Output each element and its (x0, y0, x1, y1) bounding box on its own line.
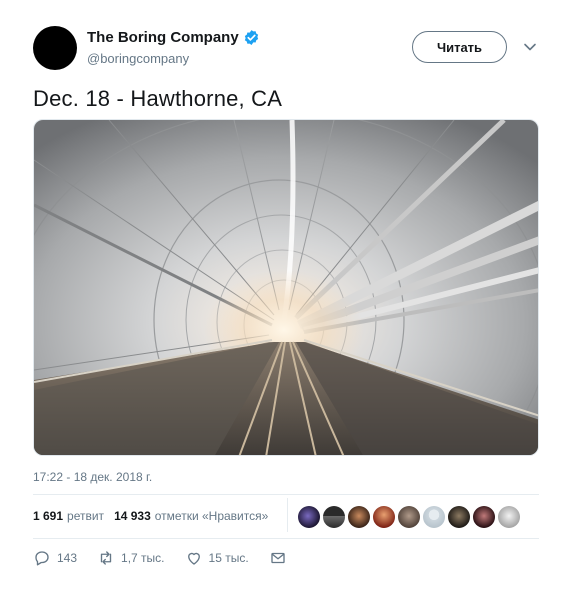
tweet-card: The Boring Company @boringcompany Читать… (0, 0, 573, 590)
avatar[interactable] (33, 26, 77, 70)
divider (33, 494, 539, 495)
liker-avatar[interactable] (373, 506, 395, 528)
follow-button[interactable]: Читать (412, 31, 507, 63)
liker-avatar[interactable] (348, 506, 370, 528)
divider (33, 538, 539, 539)
liker-avatar[interactable] (298, 506, 320, 528)
reply-icon (35, 551, 49, 566)
chevron-down-icon[interactable] (523, 40, 537, 54)
tweet-photo[interactable] (33, 119, 539, 456)
envelope-icon (270, 552, 285, 564)
like-label: отметки «Нравится» (154, 509, 269, 523)
liker-avatar[interactable] (473, 506, 495, 528)
tweet-timestamp[interactable]: 17:22 - 18 дек. 2018 г. (33, 470, 152, 484)
liker-avatar[interactable] (423, 506, 445, 528)
retweet-count: 1 691 (33, 509, 64, 523)
like-count: 14 933 (114, 509, 151, 523)
liker-avatar[interactable] (448, 506, 470, 528)
retweet-stat[interactable]: 1 691 ретвит (33, 509, 104, 523)
tweet-actions: 143 1,7 тыс. 15 тыс. (33, 549, 307, 567)
liker-avatars (298, 506, 520, 528)
liker-avatar[interactable] (323, 506, 345, 528)
author-name-row: The Boring Company (87, 29, 260, 46)
like-action[interactable]: 15 тыс. (185, 549, 249, 567)
tweet-text: Dec. 18 - Hawthorne, CA (33, 86, 283, 111)
liker-avatar[interactable] (398, 506, 420, 528)
engagement-stats: 1 691 ретвит 14 933 отметки «Нравится» (33, 509, 278, 523)
liker-avatar[interactable] (498, 506, 520, 528)
like-stat[interactable]: 14 933 отметки «Нравится» (114, 509, 268, 523)
retweet-label: ретвит (67, 509, 105, 523)
retweet-icon (100, 551, 112, 565)
reply-action[interactable]: 143 (33, 549, 77, 567)
message-action[interactable] (269, 549, 287, 567)
reply-count: 143 (57, 551, 78, 565)
retweet-action-count: 1,7 тыс. (121, 551, 165, 565)
like-action-count: 15 тыс. (208, 551, 249, 565)
tunnel-photo (34, 120, 538, 455)
author-block: The Boring Company @boringcompany (87, 29, 260, 66)
author-handle[interactable]: @boringcompany (87, 51, 260, 66)
retweet-action[interactable]: 1,7 тыс. (97, 549, 165, 567)
verified-badge-icon (244, 30, 258, 45)
heart-icon (187, 552, 200, 565)
author-name[interactable]: The Boring Company (87, 29, 239, 46)
stats-separator (287, 498, 288, 532)
